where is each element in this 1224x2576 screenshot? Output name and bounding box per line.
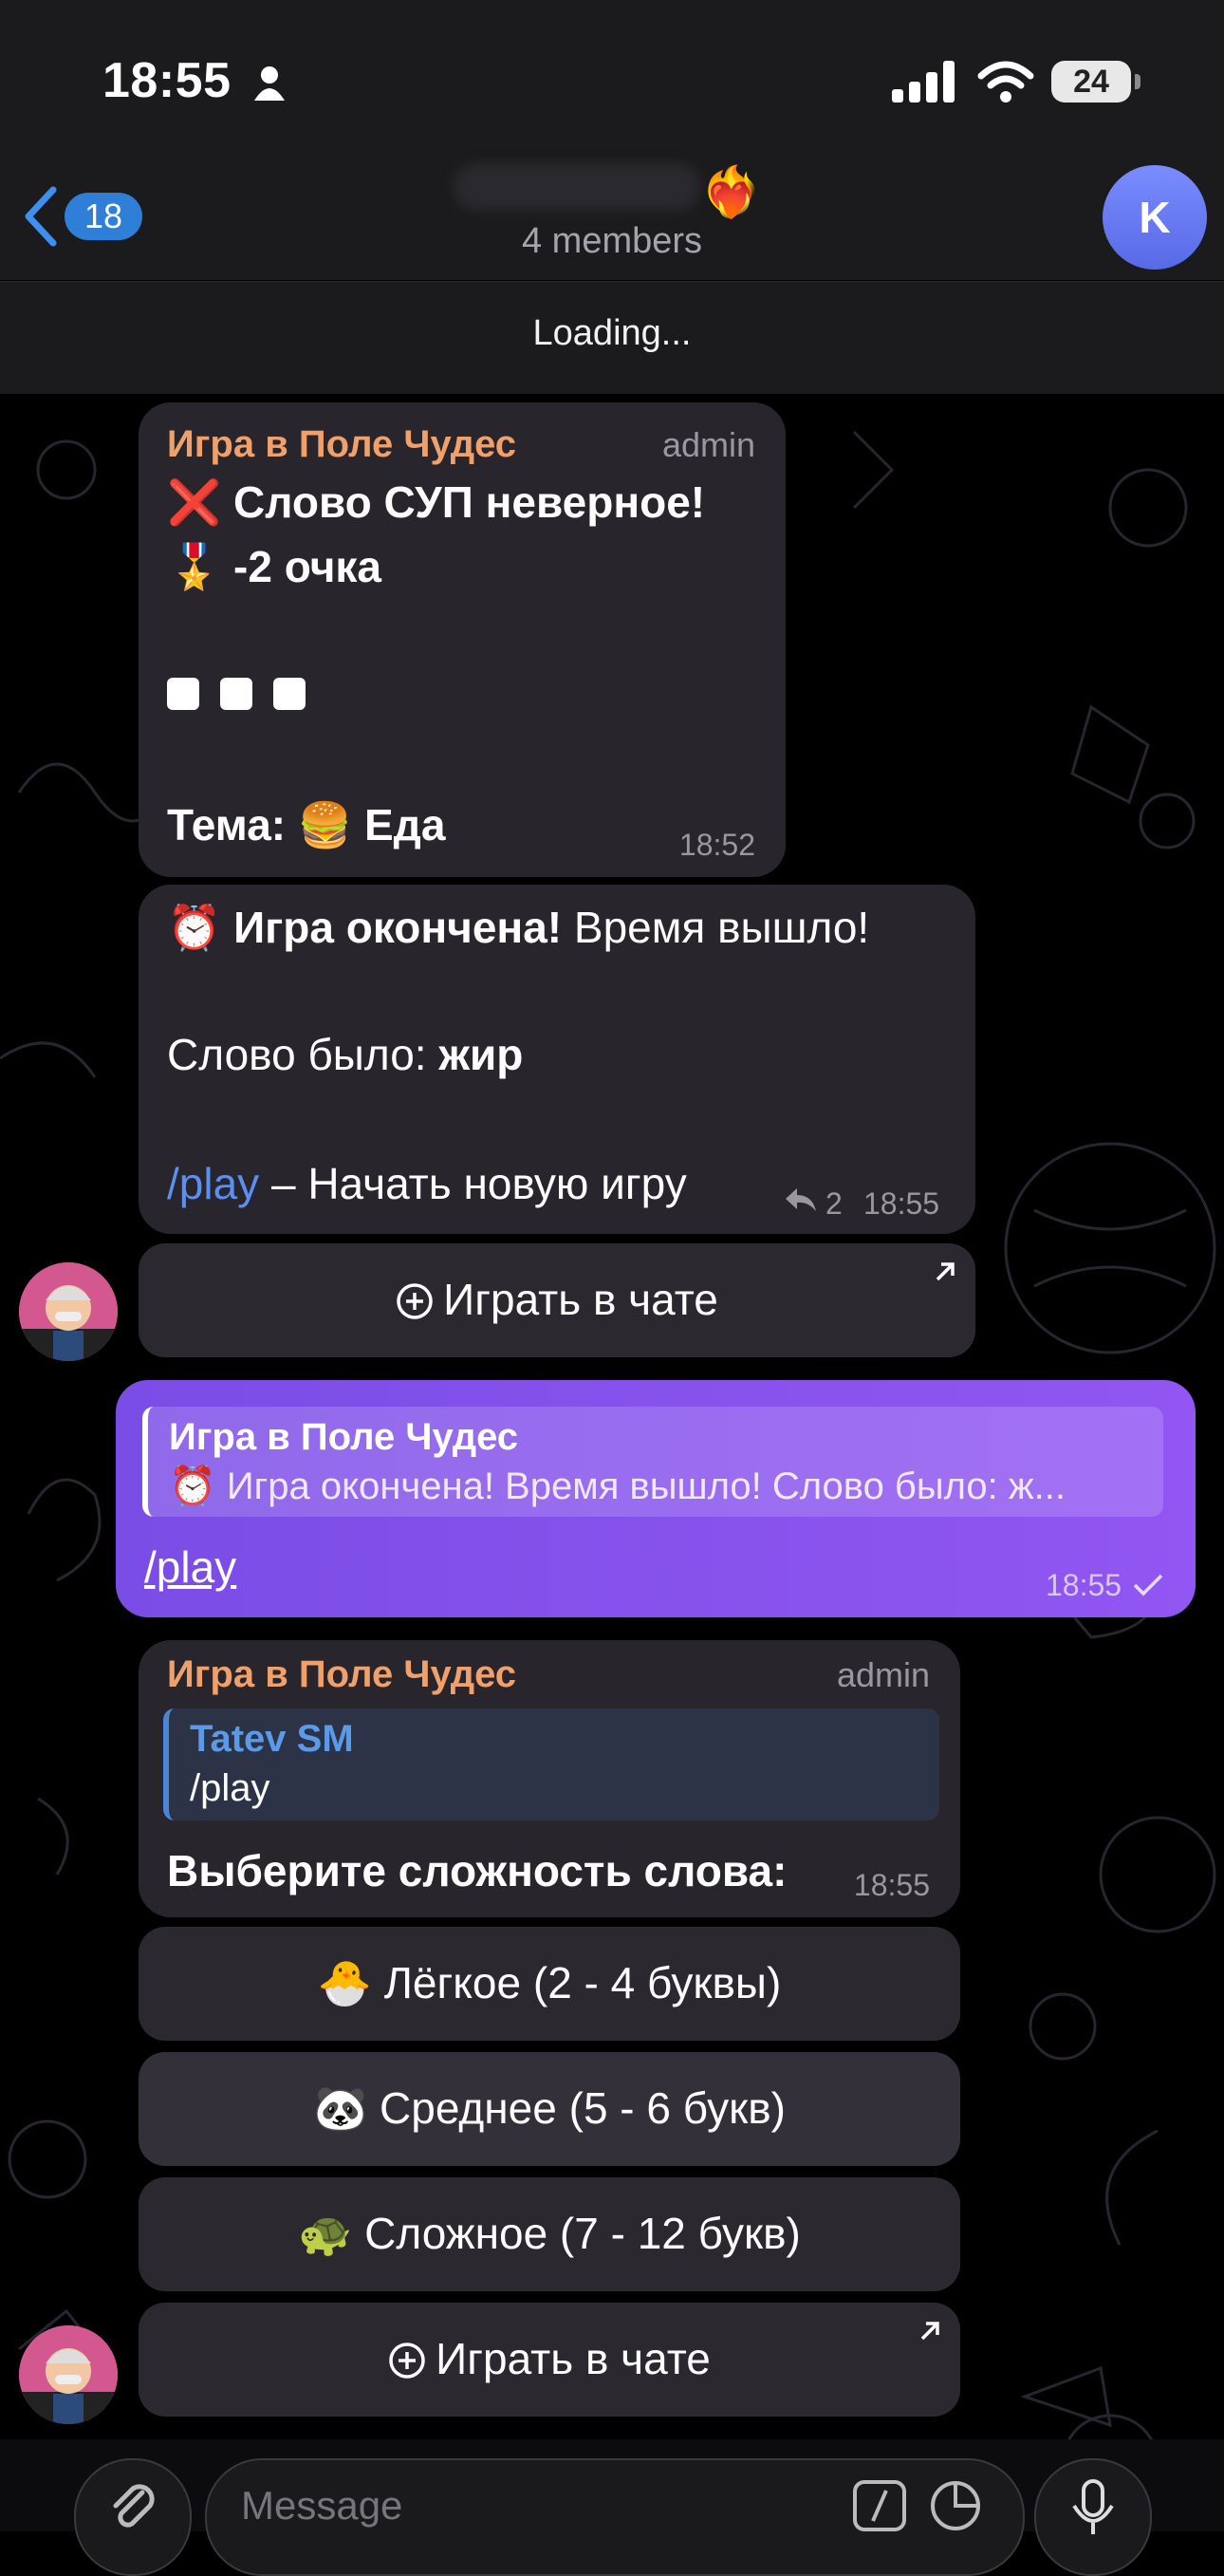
reply-sender: Игра в Поле Чудес [169,1416,519,1458]
difficulty-hard-button[interactable]: 🐢 Сложное (7 - 12 букв) [139,2177,960,2291]
message-placeholder: Message [241,2483,403,2528]
difficulty-medium-label: 🐼 Среднее (5 - 6 букв) [313,2083,786,2133]
message-time: 18:52 [678,828,755,862]
play-in-chat-row: Играть в чате [139,1274,975,1325]
reply-quote[interactable]: Tatev SM /play [163,1708,939,1820]
message-text: Выберите сложность слова: [167,1846,788,1895]
outgoing-message-bubble[interactable]: Игра в Поле Чудес ⏰ Игра окончена! Время… [116,1380,1196,1617]
play-in-chat-button[interactable]: Играть в чате [139,1243,975,1357]
plus-circle-icon [397,1283,433,1319]
voice-message-button[interactable] [1034,2458,1152,2576]
person-icon [254,66,285,101]
word-line: Слово было: жир [167,1029,523,1080]
sent-check-icon [1133,1574,1163,1596]
chat-avatar[interactable]: K [1103,165,1207,270]
bot-avatar-image [19,1262,118,1361]
members-count[interactable]: 4 members [0,221,1224,262]
chat-title-redacted[interactable] [454,163,700,211]
difficulty-easy-button[interactable]: 🐣 Лёгкое (2 - 4 буквы) [139,1927,960,2041]
title-heart-emoji: ❤️‍🔥 [700,165,762,220]
theme-label: Тема: 🍔 Еда [167,800,446,849]
reply-sender: Tatev SM [190,1718,354,1760]
play-in-chat-row: Играть в чате [139,2333,960,2384]
message-bubble-choose-difficulty[interactable]: Игра в Поле Чудес admin Tatev SM /play В… [139,1640,960,1917]
difficulty-hard-label: 🐢 Сложное (7 - 12 букв) [298,2209,801,2258]
message-time: 18:55 [863,1186,940,1221]
message-bubble-incorrect-word[interactable]: Игра в Поле Чудес admin ❌ Слово СУП неве… [139,402,786,877]
play-in-chat-button[interactable]: Играть в чате [139,2303,960,2417]
reply-count[interactable]: 2 [825,1186,843,1222]
play-command-link[interactable]: /play [167,1159,259,1208]
message-sender[interactable]: Игра в Поле Чудес [167,1653,516,1696]
bot-avatar-image [19,2325,118,2424]
wifi-icon [977,61,1034,103]
loading-text: Loading... [532,313,692,353]
bot-avatar[interactable] [19,2325,118,2424]
bot-avatar[interactable] [19,1262,118,1361]
reply-text: /play [190,1767,270,1809]
open-external-arrow-icon [920,2322,939,2341]
reply-quote[interactable]: Игра в Поле Чудес ⏰ Игра окончена! Время… [142,1407,1163,1517]
reply-arrow-icon [786,1188,816,1211]
battery-icon: 24 [1051,61,1131,103]
attach-button[interactable] [74,2458,192,2576]
commands-icon[interactable] [852,2479,907,2532]
play-command-link[interactable]: /play [144,1541,236,1593]
plus-circle-icon [389,2343,425,2379]
message-sender[interactable]: Игра в Поле Чудес [167,423,516,466]
message-time: 18:55 [1046,1568,1122,1602]
sender-role: admin [836,1655,930,1694]
message-input[interactable]: Message [205,2458,1025,2576]
sender-role: admin [661,425,755,464]
play-in-chat-label: Играть в чате [436,2334,711,2383]
reply-text: ⏰ Игра окончена! Время вышло! Слово было… [169,1465,1066,1507]
sticker-icon[interactable] [928,2479,983,2532]
message-time: 18:55 [853,1868,930,1902]
hidden-word-squares [167,678,326,715]
word-value: жир [438,1030,524,1079]
command-description: – Начать новую игру [259,1159,687,1208]
message-line: ❌ Слово СУП неверное! [167,477,706,527]
difficulty-medium-button[interactable]: 🐼 Среднее (5 - 6 букв) [139,2052,960,2166]
message-line: 🎖️ -2 очка [167,542,382,591]
game-over-rest: Время вышло! [562,903,870,952]
command-line: /play – Начать новую игру [167,1158,687,1209]
status-time: 18:55 [102,53,232,108]
word-label: Слово было: [167,1030,439,1079]
microphone-icon [1072,2479,1114,2534]
battery-cap [1135,74,1141,89]
play-in-chat-label: Играть в чате [443,1275,718,1324]
game-over-line: ⏰ Игра окончена! Время вышло! [167,902,869,954]
alarm-emoji: ⏰ [167,903,222,952]
message-bubble-game-over[interactable]: ⏰ Игра окончена! Время вышло! Слово было… [139,885,975,1234]
cellular-signal-icon [892,61,955,103]
open-external-arrow-icon [936,1262,955,1281]
game-over-title: Игра окончена! [233,903,563,952]
difficulty-easy-label: 🐣 Лёгкое (2 - 4 буквы) [317,1958,782,2007]
paperclip-icon [113,2484,155,2528]
